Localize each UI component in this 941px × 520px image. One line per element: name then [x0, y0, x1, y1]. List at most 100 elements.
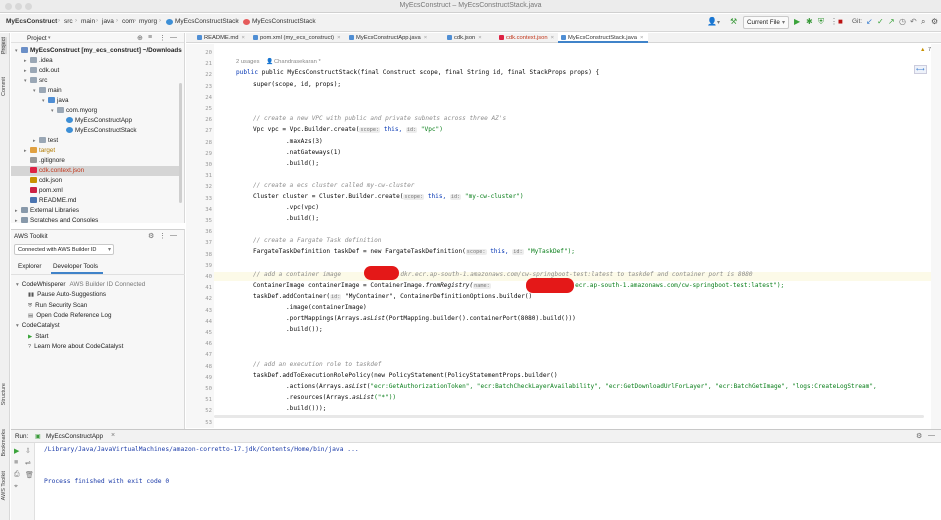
breadcrumb-src[interactable]: src [64, 18, 73, 25]
print-icon[interactable]: ⎙ [14, 471, 20, 479]
tree-item[interactable]: ▾ com.myorg [11, 106, 181, 116]
more-run-icon[interactable]: ⋮ [830, 18, 838, 26]
pin-icon[interactable]: ⌖ [14, 483, 18, 491]
debug-icon[interactable]: ✱ [806, 18, 813, 26]
connection-select[interactable]: Connected with AWS Builder ID ▾ [14, 244, 114, 255]
close-tab-icon[interactable]: × [241, 35, 244, 41]
tree-item[interactable]: MyEcsConstructApp [11, 116, 181, 126]
line-number: 40 [205, 274, 212, 280]
aws-tree-item[interactable]: ▶ Start [11, 332, 181, 342]
locate-icon[interactable]: ⊕ [137, 34, 143, 42]
reader-mode-icon[interactable]: ⟷ [914, 65, 927, 74]
git-commit-icon[interactable]: ✓ [877, 18, 884, 26]
tree-item[interactable]: ▾ main [11, 86, 181, 96]
breadcrumb-class[interactable]: MyEcsConstructStack [175, 18, 239, 25]
git-push-icon[interactable]: ↗ [888, 18, 895, 26]
hide-panel-icon[interactable]: — [928, 432, 935, 439]
tree-item[interactable]: ▸ Scratches and Consoles [11, 216, 181, 226]
editor-tab[interactable]: cdk.json × [444, 33, 490, 43]
breadcrumb-java[interactable]: java [102, 18, 114, 25]
close-tab-icon[interactable]: × [551, 35, 554, 41]
close-icon[interactable]: × [111, 432, 115, 439]
tool-aws-toolkit[interactable]: AWS Toolkit [1, 471, 7, 500]
git-update-icon[interactable]: ↙ [866, 18, 873, 26]
aws-tree-item[interactable]: ▾ CodeWhisperer AWS Builder ID Connected [11, 280, 181, 290]
editor-tab[interactable]: MyEcsConstructStack.java × [558, 33, 648, 43]
tool-commit[interactable]: Commit [1, 77, 7, 96]
aws-tree-item[interactable]: ▾ CodeCatalyst [11, 321, 181, 331]
coverage-icon[interactable]: ⛨ [818, 18, 824, 26]
stop-icon[interactable]: ■ [14, 459, 18, 466]
tool-bookmarks[interactable]: Bookmarks [1, 429, 7, 457]
rerun-icon[interactable]: ▶ [14, 447, 19, 455]
aws-tree-item[interactable]: ⛨ Run Security Scan [11, 301, 181, 311]
code-portmappings: .portMappings(Arrays. [286, 315, 364, 322]
options-icon[interactable]: ⋮ [159, 34, 166, 42]
tree-item[interactable]: cdk.json [11, 176, 181, 186]
options-icon[interactable]: ⋮ [159, 232, 166, 240]
tree-item-label: cdk.out [39, 67, 60, 74]
tree-item[interactable]: ▾ MyEcsConstruct [my_ecs_construct] ~/Dow… [11, 46, 182, 56]
tree-item[interactable]: ▸ External Libraries [11, 206, 181, 216]
tree-item[interactable]: ▾ src [11, 76, 181, 86]
settings-icon[interactable]: ⚙ [931, 18, 938, 26]
aws-tree-item[interactable]: ? Learn More about CodeCatalyst [11, 342, 181, 352]
tree-item[interactable]: ▸ test [11, 136, 181, 146]
rollback-icon[interactable]: ↶ [910, 18, 917, 26]
run-config-tab[interactable]: MyEcsConstructApp [46, 433, 103, 440]
editor-tab[interactable]: pom.xml (my_ecs_construct) × [250, 33, 340, 43]
tree-item[interactable]: pom.xml [11, 186, 181, 196]
hide-panel-icon[interactable]: — [170, 232, 177, 239]
close-tab-icon[interactable]: × [640, 35, 643, 41]
breadcrumb-com[interactable]: com [122, 18, 134, 25]
settings-icon[interactable]: ⚙ [148, 232, 154, 240]
close-tab-icon[interactable]: × [337, 35, 340, 41]
tool-structure[interactable]: Structure [1, 383, 7, 405]
warning-icon[interactable]: ▲ [920, 47, 925, 53]
search-icon[interactable]: ⌕ [921, 18, 925, 26]
run-icon[interactable]: ▶ [794, 18, 800, 26]
horizontal-scrollbar[interactable] [214, 415, 924, 418]
tab-explorer[interactable]: Explorer [18, 263, 41, 270]
tool-project[interactable]: Project [1, 37, 7, 55]
editor-tab[interactable]: cdk.context.json × [496, 33, 554, 43]
run-config-select[interactable]: Current File ▾ [743, 16, 789, 29]
breadcrumb-method[interactable]: MyEcsConstructStack [252, 18, 316, 25]
inspection-count[interactable]: 7 [928, 47, 931, 53]
author-hint[interactable]: Chandrasekaran * [274, 59, 321, 65]
tab-developer-tools[interactable]: Developer Tools [53, 263, 98, 270]
tree-item[interactable]: cdk.context.json [11, 166, 181, 176]
project-panel-title[interactable]: Project [27, 35, 47, 42]
scroll-down-icon[interactable]: ⇩ [25, 447, 31, 455]
aws-tree-item[interactable]: ▤ Open Code Reference Log [11, 311, 181, 321]
editor-tab[interactable]: README.md × [194, 33, 245, 43]
hide-panel-icon[interactable]: — [170, 34, 177, 41]
breadcrumb-myorg[interactable]: myorg [139, 18, 157, 25]
close-tab-icon[interactable]: × [424, 35, 427, 41]
tree-item[interactable]: ▸ target [11, 146, 181, 156]
account-icon[interactable]: 👤 [707, 18, 717, 26]
stop-icon[interactable]: ■ [838, 18, 843, 26]
line-number: 52 [205, 408, 212, 415]
history-icon[interactable]: ◷ [899, 18, 906, 26]
tree-item[interactable]: MyEcsConstructStack [11, 126, 181, 136]
aws-tree-item[interactable]: ▮▮ Pause Auto-Suggestions [11, 290, 181, 300]
collapse-icon[interactable]: ≡ [148, 34, 152, 41]
breadcrumb-main[interactable]: main [81, 18, 95, 25]
usages-hint[interactable]: 2 usages [236, 59, 260, 65]
tree-item[interactable]: ▸ .idea [11, 56, 181, 66]
tree-item[interactable]: .gitignore [11, 156, 181, 166]
tree-item[interactable]: ▾ java [11, 96, 181, 106]
wrap-icon[interactable]: ⇌ [25, 459, 31, 467]
close-tab-icon[interactable]: × [478, 35, 481, 41]
trash-icon[interactable]: 🗑 [25, 471, 34, 479]
project-scrollbar[interactable] [179, 83, 182, 203]
editor-tab[interactable]: MyEcsConstructApp.java × [346, 33, 438, 43]
build-hammer-icon[interactable]: ⚒ [730, 18, 737, 26]
tree-item[interactable]: ▸ cdk.out [11, 66, 181, 76]
breadcrumb-project[interactable]: MyEcsConstruct [6, 18, 57, 25]
aws-tree-label: Learn More about CodeCatalyst [34, 342, 124, 350]
settings-icon[interactable]: ⚙ [916, 432, 922, 440]
code-editor[interactable]: 2 usages 👤 Chandrasekaran * public publi… [214, 44, 941, 428]
tree-item[interactable]: README.md [11, 196, 181, 206]
